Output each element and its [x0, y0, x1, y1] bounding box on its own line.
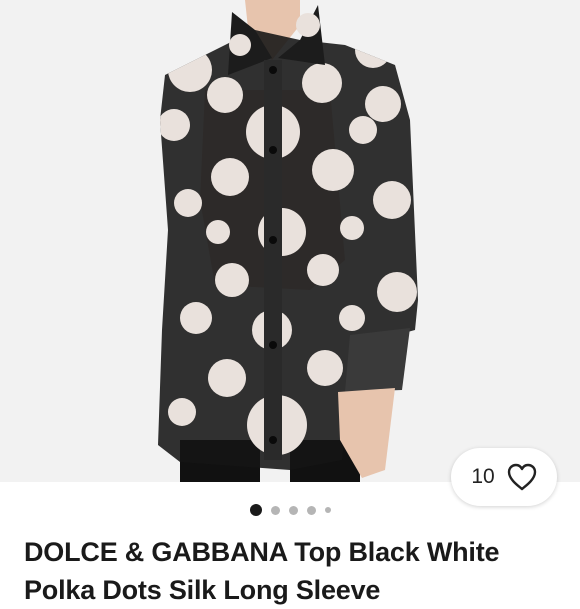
blouse-illustration: [158, 0, 418, 482]
product-photo[interactable]: [0, 0, 580, 482]
carousel-dot[interactable]: [270, 505, 280, 515]
carousel-indicator: [0, 500, 580, 520]
carousel-dot[interactable]: [249, 504, 262, 516]
like-count: 10: [471, 465, 495, 488]
carousel-dot[interactable]: [324, 507, 331, 513]
carousel-dot[interactable]: [306, 505, 316, 515]
listing-title-line1: DOLCE & GABBANA Top Black White: [24, 537, 500, 567]
listing-title: DOLCE & GABBANA Top Black White Polka Do…: [24, 533, 564, 609]
carousel-dot[interactable]: [288, 505, 298, 515]
heart-outline-icon: [507, 463, 537, 491]
like-button[interactable]: 10: [451, 448, 557, 506]
